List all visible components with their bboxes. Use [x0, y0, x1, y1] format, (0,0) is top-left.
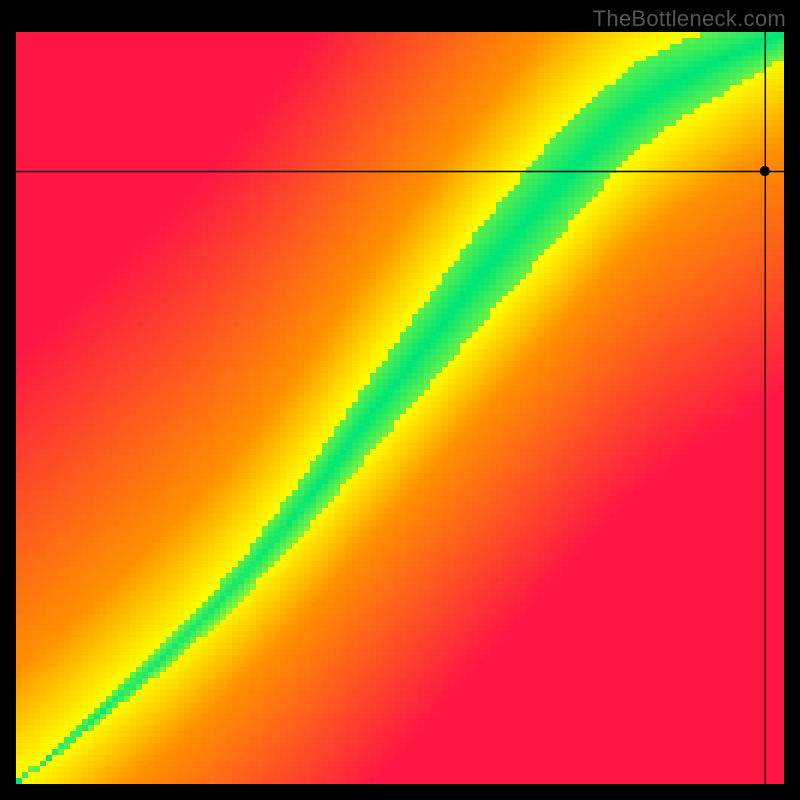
watermark-text: TheBottleneck.com: [593, 6, 786, 32]
chart-container: TheBottleneck.com: [0, 0, 800, 800]
heatmap-canvas: [16, 32, 784, 784]
